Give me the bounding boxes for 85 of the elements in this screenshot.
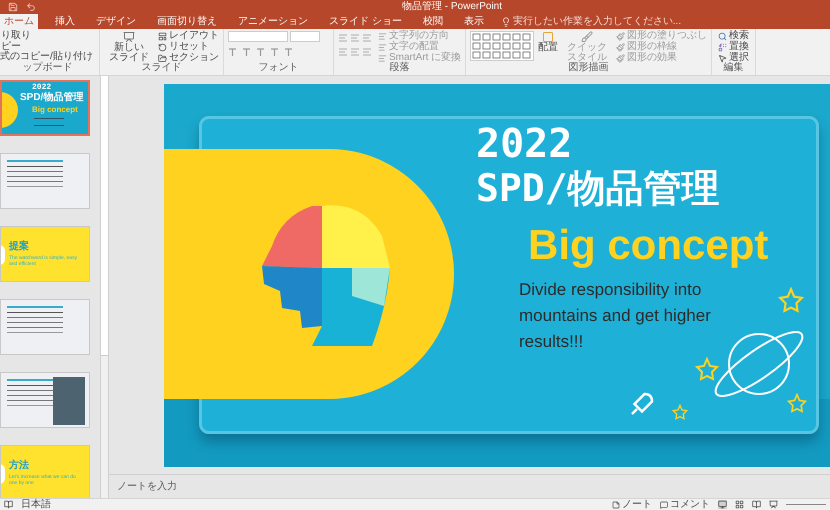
brush-icon — [581, 31, 594, 43]
star-icon — [787, 393, 807, 413]
group-label: 図形描画 — [568, 63, 610, 73]
section-icon — [158, 54, 167, 62]
notes-icon — [612, 500, 620, 508]
ribbon-tab[interactable]: スライド ショー — [325, 14, 406, 29]
group-label: フォント — [258, 63, 300, 73]
slideshow-icon[interactable] — [769, 500, 778, 509]
ribbon-tab[interactable]: アニメーション — [234, 14, 312, 29]
ribbon-tab[interactable]: 校閲 — [418, 14, 447, 29]
slide-title: SPD/物品管理 — [476, 169, 720, 207]
shapes-drawing — [472, 33, 532, 59]
save-icon[interactable] — [8, 2, 18, 12]
normal-view-icon[interactable] — [718, 500, 727, 509]
group-label: 段落 — [388, 63, 411, 73]
comment-icon — [660, 500, 668, 508]
slide-option-button[interactable]: セクション — [158, 53, 219, 63]
cut-button[interactable]: り取り — [0, 31, 95, 41]
slide-subtitle: Big concept — [528, 224, 768, 266]
copy-button[interactable]: ピー — [0, 42, 95, 52]
scrollbar[interactable] — [100, 76, 109, 498]
layout-icon — [158, 32, 167, 40]
slide-option-button[interactable]: レイアウト — [158, 31, 219, 41]
group-label: スライド — [140, 63, 182, 73]
spellcheck-icon[interactable] — [4, 500, 13, 509]
thumbnail-year: 2022 — [32, 84, 52, 92]
star-icon — [694, 357, 720, 381]
window-title: 物品管理 - PowerPoint — [402, 0, 502, 14]
reset-icon — [158, 42, 167, 52]
editing-button[interactable]: 置換 — [718, 42, 750, 52]
shapes-gallery[interactable] — [470, 31, 534, 61]
star-icon — [672, 404, 688, 420]
arrange-button[interactable]: 配置 — [538, 31, 558, 63]
slide-body: Divide responsibility into mountains and get higher results!!! — [519, 279, 712, 353]
section-heading: 提案 — [9, 242, 29, 252]
notes-placeholder: ノートを入力 — [117, 480, 177, 494]
text-icon — [378, 54, 387, 62]
language-label[interactable]: 日本語 — [21, 500, 51, 510]
slide-thumbnail[interactable] — [0, 299, 90, 355]
star-icon — [777, 287, 805, 313]
lightbulb-icon — [500, 16, 511, 26]
text-lines — [34, 118, 64, 126]
slide-icon — [123, 31, 135, 43]
font-size-field[interactable] — [290, 31, 320, 42]
font-name-field[interactable] — [228, 31, 288, 42]
slide-thumbnail[interactable] — [0, 372, 90, 428]
arrange-icon — [542, 31, 554, 43]
text-lines-drawing — [7, 160, 63, 187]
thumbnail-title: SPD/物品管理 — [20, 93, 84, 103]
reading-view-icon[interactable] — [752, 500, 761, 509]
slide-year: 2022 — [476, 124, 572, 164]
replace-icon — [718, 42, 728, 52]
text-icon — [378, 42, 387, 52]
ribbon-tab[interactable]: デザイン — [92, 14, 140, 29]
text-icon — [378, 32, 387, 40]
undo-icon[interactable] — [26, 2, 36, 12]
shape-format-icon — [616, 32, 626, 40]
section-heading: 方法 — [9, 461, 29, 471]
ribbon-tab[interactable]: 表示 — [460, 14, 488, 29]
shape-format-icon — [616, 42, 626, 52]
grid-view-icon[interactable] — [735, 500, 744, 509]
new-slide-label: 新しい スライド — [109, 43, 149, 63]
slide-thumbnail[interactable] — [0, 153, 90, 209]
editing-button[interactable]: 検索 — [718, 31, 750, 41]
format-painter-label: 式のコピー/貼り付け — [0, 52, 94, 62]
slide-option-button[interactable]: リセット — [158, 42, 219, 52]
ribbon-tab[interactable]: 画面切り替え — [153, 14, 221, 29]
thumbnail-subtitle: Big concept — [32, 106, 78, 114]
editing-button[interactable]: 選択 — [718, 53, 750, 63]
group-label: ップボード — [22, 62, 74, 73]
pointer-icon — [718, 54, 728, 62]
group-label: 編集 — [722, 63, 745, 73]
tell-me-field[interactable]: 実行したい作業を入力してください... — [500, 14, 682, 29]
paragraph-format-icons[interactable] — [338, 33, 374, 57]
photo-placeholder — [53, 377, 85, 425]
slide-thumbnail[interactable]: 2022 SPD/物品管理 Big concept — [0, 80, 90, 136]
ribbon-tab[interactable]: ホーム — [0, 14, 38, 29]
tell-me-placeholder: 実行したい作業を入力してください... — [512, 16, 682, 26]
new-slide-button[interactable]: 新しい スライド — [104, 31, 154, 63]
ribbon-tab[interactable]: 挿入 — [51, 14, 79, 29]
notes-button[interactable]: ノート — [612, 500, 652, 510]
text-lines-drawing — [7, 306, 63, 333]
search-icon — [718, 32, 728, 40]
shape-format-icon — [616, 54, 626, 62]
comments-button[interactable]: コメント — [660, 500, 710, 510]
